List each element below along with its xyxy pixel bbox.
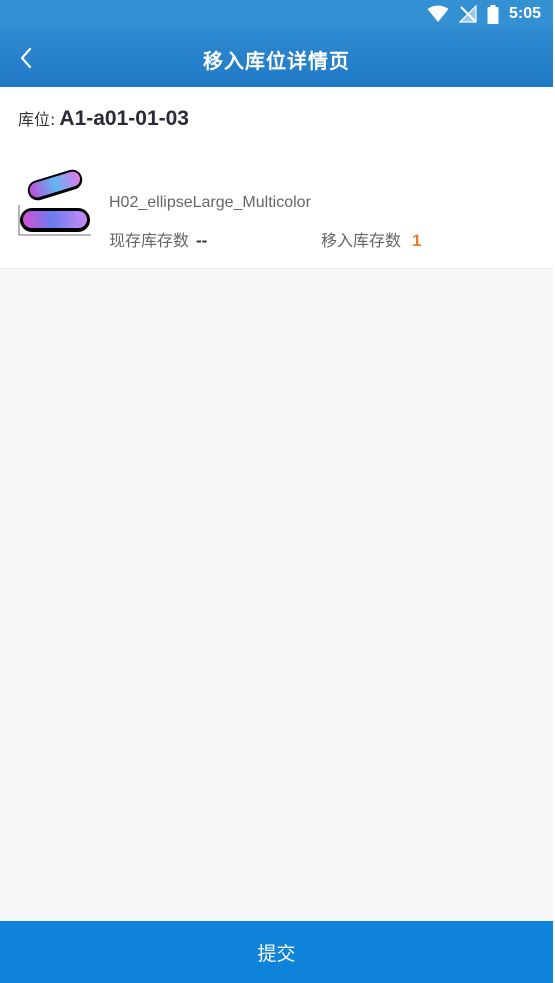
wifi-icon (427, 5, 449, 22)
move-qty-value: 1 (412, 231, 422, 250)
status-time: 5:05 (508, 5, 541, 22)
no-signal-icon (458, 5, 477, 23)
status-bar: 5:05 (0, 0, 553, 28)
current-stock-value: -- (196, 231, 208, 250)
location-value: A1-a01-01-03 (59, 107, 189, 130)
current-stock-label: 现存库存数 (109, 231, 190, 250)
app-screen: 5:05 移入库位详情页 库位: A1-a01-01-03 H02_ellips… (0, 0, 553, 983)
product-thumbnail (18, 169, 91, 236)
product-name: H02_ellipseLarge_Multicolor (109, 194, 311, 211)
title-bar: 移入库位详情页 (0, 28, 553, 87)
current-stock: 现存库存数 -- (109, 227, 207, 251)
page-title: 移入库位详情页 (203, 49, 350, 73)
submit-button[interactable]: 提交 (0, 921, 553, 983)
move-quantity: 移入库存数 1 (321, 227, 421, 251)
detail-card: 库位: A1-a01-01-03 H02_ellipseLarge_Multic… (0, 87, 553, 269)
location-label: 库位: (18, 110, 56, 129)
battery-icon (487, 4, 499, 24)
product-item[interactable]: H02_ellipseLarge_Multicolor 现存库存数 -- 移入库… (18, 165, 538, 250)
location-row: 库位: A1-a01-01-03 (18, 106, 189, 131)
move-qty-label: 移入库存数 (321, 231, 402, 250)
